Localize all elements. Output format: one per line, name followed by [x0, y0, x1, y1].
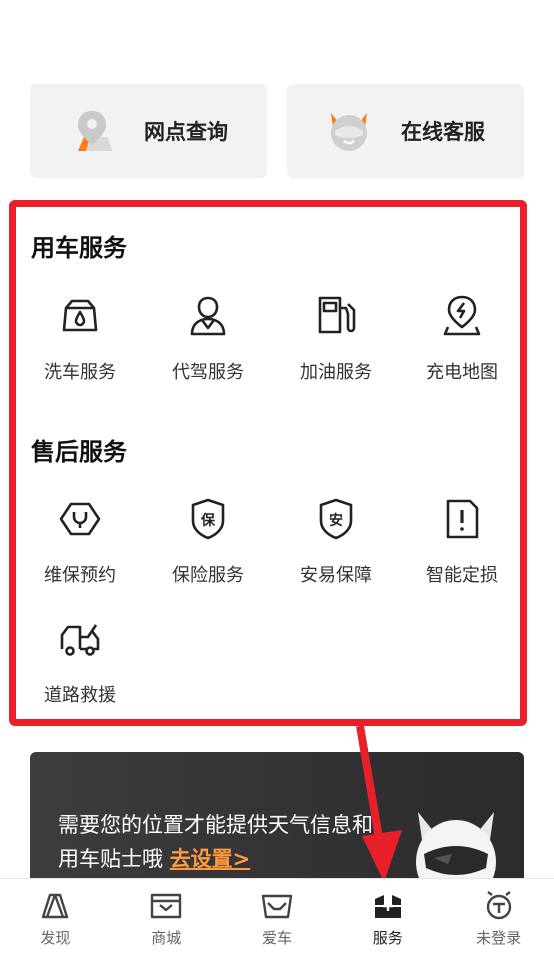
car-wash-icon — [58, 294, 102, 338]
fuel-service-label: 加油服务 — [300, 362, 372, 383]
driver-service-label: 代驾服务 — [172, 362, 244, 383]
tab-discover[interactable]: 发现 — [0, 879, 111, 955]
tab-my-car[interactable]: 爱车 — [222, 879, 333, 955]
insurance-label: 保险服务 — [172, 565, 244, 586]
security-guarantee-label: 安易保障 — [300, 565, 372, 586]
damage-assessment-item[interactable]: 智能定损 — [398, 497, 526, 587]
tab-discover-label: 发现 — [40, 929, 71, 947]
discover-icon — [38, 891, 72, 921]
online-support-label: 在线客服 — [401, 120, 485, 144]
road-rescue-label: 道路救援 — [44, 685, 116, 706]
my-car-icon — [260, 891, 294, 921]
tab-my-car-label: 爱车 — [261, 929, 292, 947]
car-wash-label: 洗车服务 — [44, 362, 116, 383]
security-shield-icon: 安 — [314, 497, 358, 541]
damage-assessment-label: 智能定损 — [426, 565, 498, 586]
car-wash-item[interactable]: 洗车服务 — [16, 294, 144, 384]
insurance-item[interactable]: 保 保险服务 — [144, 497, 272, 587]
security-guarantee-item[interactable]: 安 安易保障 — [272, 497, 400, 587]
fuel-pump-icon — [314, 294, 358, 338]
svg-text:保: 保 — [200, 512, 216, 529]
damage-assessment-icon — [440, 497, 484, 541]
tab-service[interactable]: 服务 — [332, 879, 443, 955]
driver-service-item[interactable]: 代驾服务 — [144, 294, 272, 384]
mall-icon — [149, 891, 183, 921]
tow-truck-icon — [58, 617, 102, 661]
car-services-title: 用车服务 — [31, 234, 127, 262]
weather-banner[interactable]: 需要您的位置才能提供天气信息和用车贴士哦 去设置> — [30, 752, 524, 892]
weather-message: 需要您的位置才能提供天气信息和用车贴士哦 去设置> — [58, 808, 378, 876]
svg-text:安: 安 — [329, 512, 343, 529]
road-rescue-item[interactable]: 道路救援 — [16, 617, 144, 707]
tab-login-label: 未登录 — [476, 929, 522, 947]
service-icon — [371, 891, 405, 921]
maintenance-label: 维保预约 — [44, 565, 116, 586]
tab-login[interactable]: 未登录 — [443, 879, 554, 955]
after-sales-title: 售后服务 — [31, 438, 127, 466]
maintenance-item[interactable]: 维保预约 — [16, 497, 144, 587]
bottom-tab-bar: 发现 商城 爱车 服务 未登录 — [0, 878, 554, 955]
tab-mall-label: 商城 — [151, 929, 182, 947]
tab-mall[interactable]: 商城 — [111, 879, 222, 955]
charging-map-label: 充电地图 — [426, 362, 498, 383]
charging-map-item[interactable]: 充电地图 — [398, 294, 526, 384]
insurance-shield-icon: 保 — [186, 497, 230, 541]
charging-map-icon — [440, 294, 484, 338]
user-icon — [482, 891, 516, 921]
location-pin-icon — [68, 107, 116, 155]
outlet-search-label: 网点查询 — [144, 120, 228, 144]
outlet-search-card[interactable]: 网点查询 — [30, 84, 267, 178]
fuel-service-item[interactable]: 加油服务 — [272, 294, 400, 384]
robot-face-icon — [325, 107, 373, 155]
driver-icon — [186, 294, 230, 338]
online-support-card[interactable]: 在线客服 — [287, 84, 524, 178]
maintenance-wrench-icon — [58, 497, 102, 541]
tab-service-label: 服务 — [372, 929, 403, 947]
go-settings-link[interactable]: 去设置> — [170, 847, 251, 871]
quick-actions: 网点查询 在线客服 — [30, 84, 524, 178]
